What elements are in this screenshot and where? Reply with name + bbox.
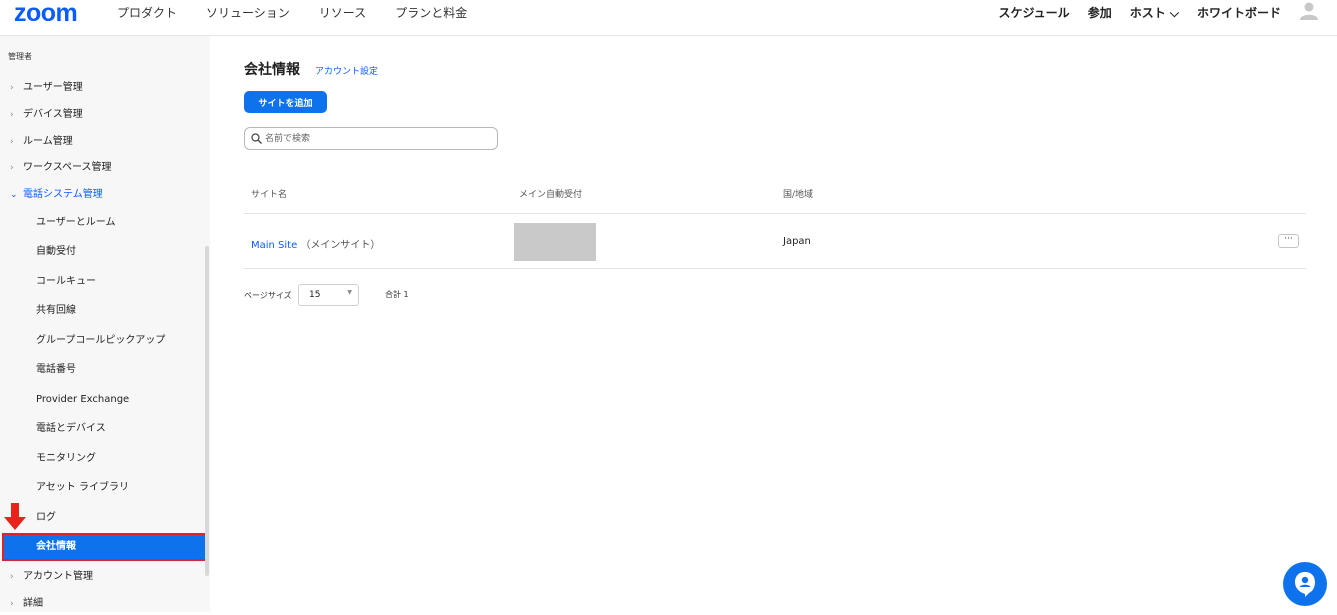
sidebar-sub-company-info[interactable]: 会社情報 xyxy=(2,533,207,561)
table-divider xyxy=(244,268,1306,269)
sidebar-item-workspace-management[interactable]: › ワークスペース管理 xyxy=(0,157,210,179)
page-title: 会社情報 xyxy=(244,62,300,78)
caret-down-icon: ▼ xyxy=(347,289,352,296)
chevron-right-icon: › xyxy=(10,163,14,173)
zoom-logo[interactable]: zoom xyxy=(14,0,78,26)
sidebar: 管理者 › ユーザー管理 › デバイス管理 › ルーム管理 › ワークスペース管… xyxy=(0,36,210,612)
column-header-site-name[interactable]: サイト名 xyxy=(251,187,287,200)
sidebar-sub-provider-exchange[interactable]: Provider Exchange xyxy=(0,389,206,411)
sidebar-scrollbar[interactable] xyxy=(205,246,209,576)
auto-receptionist-redacted xyxy=(514,223,596,261)
sidebar-header: 管理者 xyxy=(8,52,32,61)
nav-left: プロダクト ソリューション リソース プランと料金 xyxy=(117,6,467,20)
main-site-label: （メインサイト） xyxy=(300,240,381,251)
avatar-icon[interactable] xyxy=(1299,0,1319,20)
nav-host[interactable]: ホスト ⌵ xyxy=(1130,6,1179,20)
total-count: 合計 1 xyxy=(385,290,409,299)
search-box xyxy=(244,127,498,150)
red-arrow-indicator xyxy=(4,503,26,530)
sidebar-item-user-management[interactable]: › ユーザー管理 xyxy=(0,77,210,99)
nav-pricing[interactable]: プランと料金 xyxy=(395,6,467,20)
nav-right: スケジュール 参加 ホスト ⌵ ホワイトボード xyxy=(999,6,1281,20)
sidebar-sub-phones-devices[interactable]: 電話とデバイス xyxy=(0,418,206,440)
search-icon xyxy=(251,133,262,144)
chevron-right-icon: › xyxy=(10,137,14,147)
top-nav: zoom プロダクト ソリューション リソース プランと料金 スケジュール 参加… xyxy=(0,0,1337,36)
site-name-link[interactable]: Main Site xyxy=(251,240,297,251)
nav-whiteboard[interactable]: ホワイトボード xyxy=(1197,6,1281,20)
page-size-label: ページサイズ xyxy=(244,291,292,300)
site-name-cell: Main Site （メインサイト） xyxy=(251,236,380,251)
nav-resources[interactable]: リソース xyxy=(319,6,366,20)
sidebar-sub-call-queue[interactable]: コールキュー xyxy=(0,271,206,293)
sidebar-item-account-management[interactable]: › アカウント管理 xyxy=(0,566,210,588)
sidebar-sub-logs[interactable]: ログ xyxy=(0,507,206,529)
chevron-right-icon: › xyxy=(10,83,14,93)
account-settings-link[interactable]: アカウント設定 xyxy=(315,64,378,77)
chevron-down-icon: ⌄ xyxy=(10,190,18,200)
chevron-right-icon: › xyxy=(10,110,14,120)
sidebar-sub-shared-lines[interactable]: 共有回線 xyxy=(0,300,206,322)
add-site-button[interactable]: サイトを追加 xyxy=(244,91,327,113)
chevron-right-icon: › xyxy=(10,572,14,582)
sidebar-sub-asset-library[interactable]: アセット ライブラリ xyxy=(0,477,206,499)
page-size-value: 15 xyxy=(309,290,321,300)
sidebar-sub-phone-numbers[interactable]: 電話番号 xyxy=(0,359,206,381)
sidebar-item-device-management[interactable]: › デバイス管理 xyxy=(0,104,210,126)
nav-solutions[interactable]: ソリューション xyxy=(206,6,290,20)
column-header-country[interactable]: 国/地域 xyxy=(783,187,813,200)
nav-products[interactable]: プロダクト xyxy=(117,6,177,20)
sidebar-item-phone-system-management[interactable]: ⌄ 電話システム管理 xyxy=(0,184,210,206)
sidebar-sub-monitoring[interactable]: モニタリング xyxy=(0,448,206,470)
chat-help-button[interactable] xyxy=(1283,562,1327,606)
sidebar-sub-group-call-pickup[interactable]: グループコールピックアップ xyxy=(0,330,206,352)
search-input[interactable] xyxy=(265,130,490,147)
column-header-main-auto-receptionist[interactable]: メイン自動受付 xyxy=(519,187,582,200)
more-options-button[interactable]: ··· xyxy=(1278,234,1299,248)
country-cell: Japan xyxy=(783,236,811,247)
sidebar-sub-auto-receptionist[interactable]: 自動受付 xyxy=(0,241,206,263)
nav-join[interactable]: 参加 xyxy=(1088,6,1112,20)
sidebar-sub-users-rooms[interactable]: ユーザーとルーム xyxy=(0,212,206,234)
chat-bot-icon xyxy=(1295,572,1315,597)
nav-schedule[interactable]: スケジュール xyxy=(999,6,1070,20)
sidebar-item-room-management[interactable]: › ルーム管理 xyxy=(0,131,210,153)
page-size-select[interactable]: 15 ▼ xyxy=(298,284,359,306)
table-divider xyxy=(244,213,1306,214)
